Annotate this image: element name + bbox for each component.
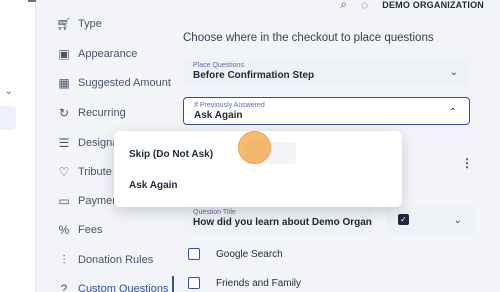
nav-item-recurring[interactable]: ↻ Recurring — [58, 106, 126, 120]
heart-icon: ♡ — [58, 165, 70, 179]
nav-item-label: Appearance — [78, 48, 138, 60]
card-icon: ▭ — [58, 194, 70, 208]
question-title-input[interactable]: Question Title How did you learn about D… — [183, 206, 373, 234]
option-label: Friends and Family — [216, 277, 302, 289]
chevron-up-icon: ⌃ — [448, 107, 457, 118]
nav-item-label: Suggested Amount — [78, 77, 171, 89]
nav-item-type[interactable]: 🛒︎ Type — [56, 17, 102, 31]
grid-icon: ▦ — [58, 76, 70, 90]
active-nav-indicator — [172, 276, 174, 292]
percent-icon: % — [58, 223, 70, 237]
question-icon: ? — [60, 282, 68, 292]
nav-item-custom-questions[interactable]: ? Custom Questions — [58, 282, 169, 292]
left-rail: ⌄ — [0, 0, 40, 292]
nav-item-label: Designa — [78, 137, 119, 149]
checkbox-icon: ✓ — [398, 214, 409, 225]
nav-item-label: Paymen — [78, 195, 119, 207]
field-value: Before Confirmation Step — [193, 70, 315, 81]
option-item[interactable]: Friends and Family — [188, 277, 301, 289]
menu-item-ask-again[interactable]: Ask Again — [129, 180, 178, 191]
field-label: If Previously Answered — [194, 102, 265, 109]
list-icon: ☰ — [58, 136, 70, 150]
refresh-icon: ↻ — [58, 106, 70, 120]
checkbox[interactable] — [188, 277, 200, 289]
nav-item-label: Recurring — [78, 107, 126, 119]
nav-item-label: Custom Questions — [78, 283, 169, 292]
click-cursor-indicator — [238, 131, 271, 164]
section-heading: Choose where in the checkout to place qu… — [183, 32, 434, 44]
menu-item-skip[interactable]: Skip (Do Not Ask) — [129, 149, 213, 160]
nav-item-donation-rules[interactable]: ⫶ Donation Rules — [58, 252, 154, 267]
cart-icon: 🛒︎ — [56, 17, 72, 31]
option-item[interactable]: Google Search — [188, 248, 283, 260]
place-questions-select[interactable]: Place Questions Before Confirmation Step… — [183, 58, 470, 86]
field-value: How did you learn about Demo Organ — [193, 217, 372, 228]
nav-item-tribute[interactable]: ♡ Tribute — [58, 165, 112, 179]
layout-icon: ▣ — [58, 47, 70, 61]
nav-item-payment[interactable]: ▭ Paymen — [58, 194, 119, 208]
nav-item-appearance[interactable]: ▣ Appearance — [58, 47, 138, 61]
nav-item-label: Fees — [78, 224, 103, 236]
nav-item-fees[interactable]: % Fees — [58, 223, 103, 237]
chevron-down-icon: ⌄ — [453, 215, 462, 226]
nav-item-designation[interactable]: ☰ Designa — [58, 136, 119, 150]
nav-item-label: Type — [78, 18, 102, 30]
checkbox[interactable] — [188, 248, 200, 260]
more-options-icon[interactable]: ⋮ — [461, 156, 473, 170]
field-label: Place Questions — [193, 62, 244, 69]
rail-selected-item[interactable] — [0, 106, 16, 130]
field-value: Ask Again — [194, 110, 243, 121]
field-label: Question Title — [193, 209, 236, 216]
option-label: Google Search — [216, 248, 283, 260]
question-type-select[interactable]: ✓ ⌄ — [386, 206, 474, 234]
nav-item-label: Donation Rules — [78, 254, 154, 266]
nav-item-label: Tribute — [78, 166, 112, 178]
nav-item-suggested-amount[interactable]: ▦ Suggested Amount — [58, 76, 171, 90]
if-previously-answered-select[interactable]: If Previously Answered Ask Again ⌃ — [183, 97, 470, 125]
chevron-down-icon: ⌄ — [449, 67, 458, 78]
rules-icon: ⫶ — [62, 252, 66, 267]
chevron-down-icon[interactable]: ⌄ — [4, 84, 13, 97]
